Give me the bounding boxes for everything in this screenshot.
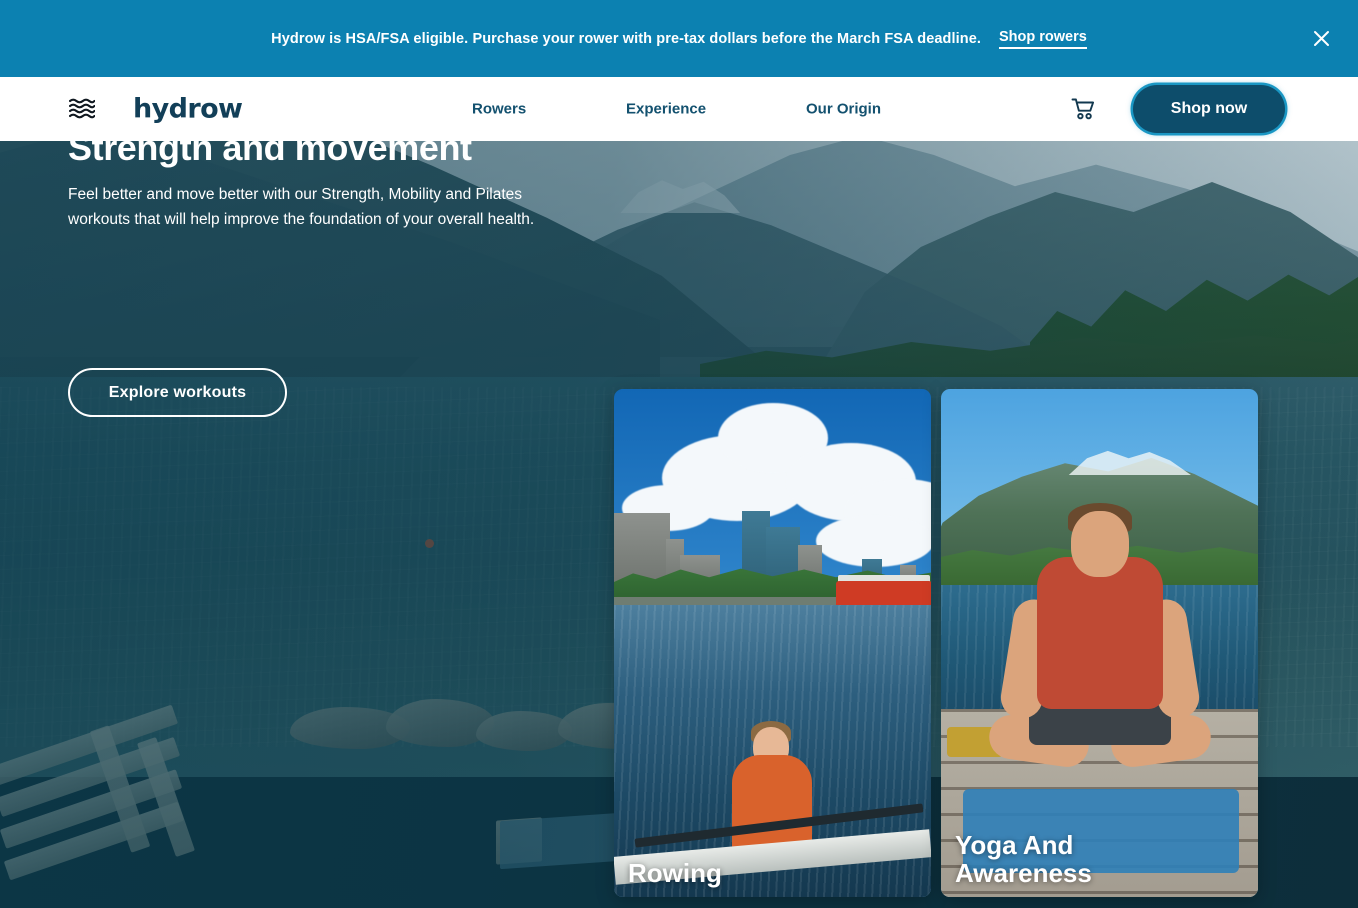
card-label-yoga: Yoga And Awareness	[955, 829, 1092, 888]
wave-menu-icon[interactable]	[66, 95, 98, 123]
nav-link-experience[interactable]: Experience	[626, 101, 706, 118]
announcement-bar: Hydrow is HSA/FSA eligible. Purchase you…	[0, 0, 1358, 77]
category-card-yoga[interactable]: Yoga And Awareness	[941, 389, 1258, 897]
card-yoga-torso	[1037, 557, 1163, 709]
main-navigation: hydrow Rowers Experience Our Origin Shop…	[0, 77, 1358, 141]
announcement-message: Hydrow is HSA/FSA eligible. Purchase you…	[271, 30, 981, 47]
announcement-content: Hydrow is HSA/FSA eligible. Purchase you…	[271, 29, 1087, 49]
card-label-rowing: Rowing	[628, 857, 722, 888]
hero-subtitle: Feel better and move better with our Str…	[68, 185, 535, 228]
shop-rowers-link[interactable]: Shop rowers	[999, 29, 1087, 49]
card-yoga-head	[1071, 511, 1129, 577]
shop-now-button[interactable]: Shop now	[1133, 85, 1285, 133]
nav-link-our-origin[interactable]: Our Origin	[806, 101, 881, 118]
close-icon[interactable]	[1304, 22, 1338, 56]
explore-workouts-button[interactable]: Explore workouts	[68, 368, 287, 417]
category-cards: Rowing Yoga And Awareness	[614, 389, 1258, 897]
shopping-cart-icon[interactable]	[1068, 95, 1098, 123]
nav-link-rowers[interactable]: Rowers	[472, 101, 526, 118]
brand-logo[interactable]: hydrow	[133, 96, 243, 123]
category-card-rowing[interactable]: Rowing	[614, 389, 931, 897]
hero-section: Strength and movement Feel better and mo…	[0, 77, 1358, 908]
hero-copy: Strength and movement Feel better and mo…	[68, 128, 608, 232]
